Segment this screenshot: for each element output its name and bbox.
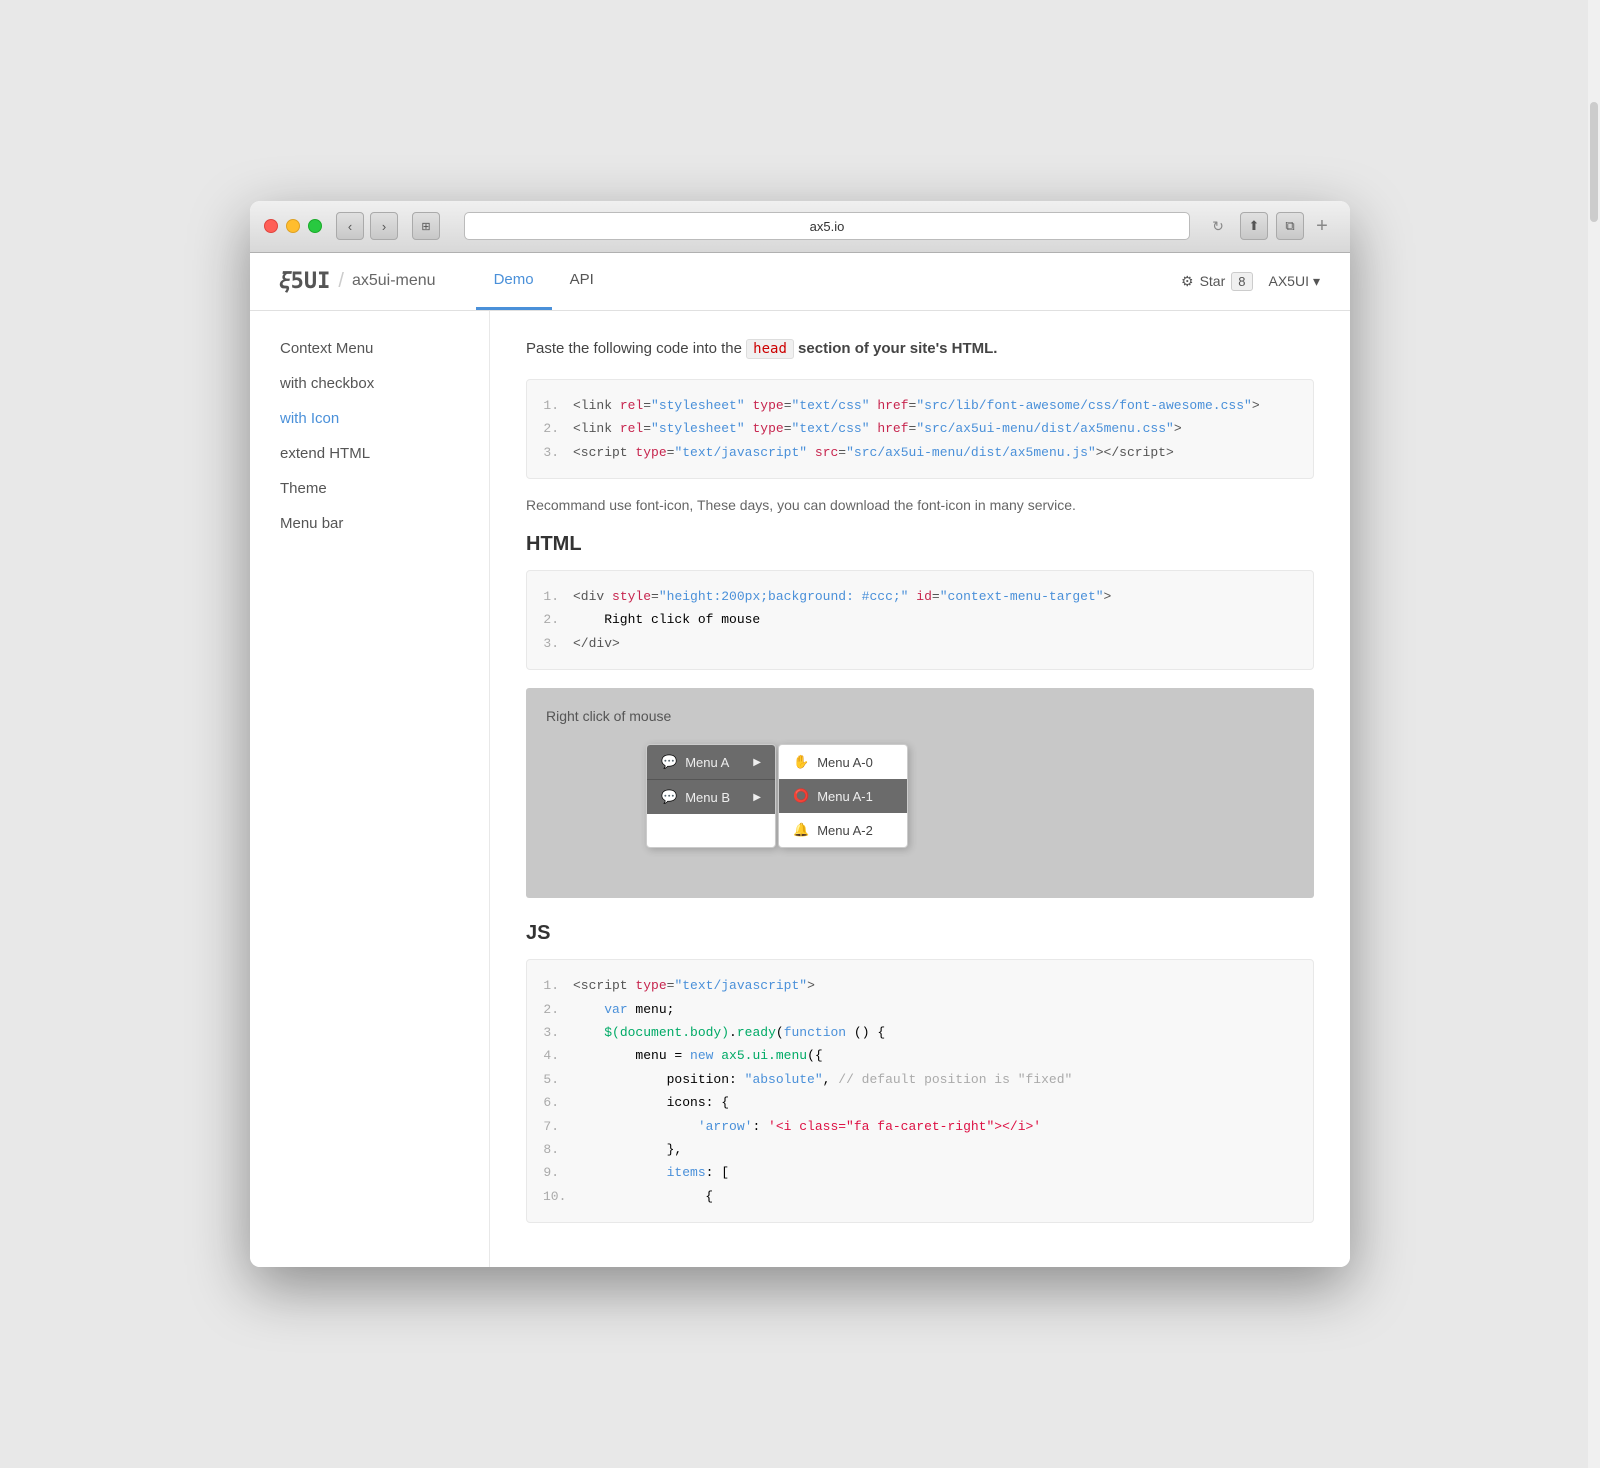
js-line-2: 2. var menu; [543, 998, 1297, 1021]
tab-demo[interactable]: Demo [476, 252, 552, 310]
sub-a0-label: Menu A-0 [817, 755, 873, 770]
ax5ui-label: AX5UI [1269, 273, 1309, 289]
html-section-title: HTML [526, 533, 1314, 556]
nav-buttons: ‹ › [336, 212, 398, 240]
sidebar: Context Menu with checkbox with Icon ext… [250, 311, 490, 1267]
js-line-1: 1. <script type="text/javascript"> [543, 974, 1297, 997]
menu-item-a[interactable]: 💬 Menu A ▶ [647, 745, 775, 780]
back-button[interactable]: ‹ [336, 212, 364, 240]
sub-a0-icon: ✋ [793, 754, 809, 770]
sub-menu-item-a1[interactable]: ⭕ Menu A-1 [779, 779, 907, 813]
sidebar-item-extend-html[interactable]: extend HTML [250, 436, 489, 471]
sidebar-item-context-menu[interactable]: Context Menu [250, 331, 489, 366]
js-line-4: 4. menu = new ax5.ui.menu({ [543, 1044, 1297, 1067]
sub-menu-item-a0[interactable]: ✋ Menu A-0 [779, 745, 907, 779]
nav-right: ⚙ Star 8 AX5UI ▾ [1181, 272, 1320, 291]
menu-a-icon: 💬 [661, 754, 677, 770]
address-bar[interactable]: ax5.io [464, 212, 1190, 240]
logo-area: 𝜉5UI / ax5ui-menu [280, 269, 436, 294]
tab-api[interactable]: API [552, 252, 612, 310]
menu-a-label: Menu A [685, 755, 729, 770]
forward-button[interactable]: › [370, 212, 398, 240]
sidebar-item-theme[interactable]: Theme [250, 471, 489, 506]
js-line-7: 7. 'arrow': '<i class="fa fa-caret-right… [543, 1115, 1297, 1138]
sub-a2-label: Menu A-2 [817, 823, 873, 838]
code-content-3: <script type="text/javascript" src="src/… [573, 441, 1297, 464]
sub-a1-label: Menu A-1 [817, 789, 873, 804]
refresh-button[interactable]: ↻ [1206, 214, 1230, 238]
js-line-3: 3. $(document.body).ready(function () { [543, 1021, 1297, 1044]
logo-x5: 𝜉5UI [280, 269, 330, 294]
js-line-8: 8. }, [543, 1138, 1297, 1161]
js-line-9: 9. items: [ [543, 1161, 1297, 1184]
main-context-menu: 💬 Menu A ▶ 💬 Menu B ▶ [646, 744, 776, 848]
code-content-1: <link rel="stylesheet" type="text/css" h… [573, 394, 1297, 417]
js-line-5: 5. position: "absolute", // default posi… [543, 1068, 1297, 1091]
minimize-button[interactable] [286, 219, 300, 233]
js-section-title: JS [526, 922, 1314, 945]
menu-b-arrow: ▶ [753, 792, 761, 803]
nav-tabs: Demo API [476, 252, 612, 310]
head-code-block: 1. <link rel="stylesheet" type="text/css… [526, 379, 1314, 479]
sub-a1-icon: ⭕ [793, 788, 809, 804]
js-line-10: 10. { [543, 1185, 1297, 1208]
top-nav: 𝜉5UI / ax5ui-menu Demo API ⚙ Star 8 AX5U… [250, 253, 1350, 311]
menu-a-arrow: ▶ [753, 757, 761, 768]
project-name: ax5ui-menu [352, 272, 436, 290]
html-code-line-2: 2. Right click of mouse [543, 608, 1297, 631]
star-count: 8 [1231, 272, 1252, 291]
sub-context-menu: ✋ Menu A-0 ⭕ Menu A-1 🔔 Menu A-2 [778, 744, 908, 848]
reader-button[interactable]: ⊞ [412, 212, 440, 240]
browser-window: ‹ › ⊞ ax5.io ↻ ⬆ ⧉ + 𝜉5UI / ax5ui-menu D… [250, 201, 1350, 1267]
code-line-1: 1. <link rel="stylesheet" type="text/css… [543, 394, 1297, 417]
logo-separator: / [338, 270, 344, 293]
sidebar-item-checkbox[interactable]: with checkbox [250, 366, 489, 401]
toolbar-right: ⬆ ⧉ [1240, 212, 1304, 240]
intro-text-end: section of your site's HTML. [798, 340, 997, 357]
title-bar: ‹ › ⊞ ax5.io ↻ ⬆ ⧉ + [250, 201, 1350, 253]
intro-text-start: Paste the following code into the [526, 340, 742, 357]
star-label: Star [1200, 273, 1226, 289]
new-window-button[interactable]: ⧉ [1276, 212, 1304, 240]
chevron-down-icon: ▾ [1313, 273, 1320, 290]
html-code-block: 1. <div style="height:200px;background: … [526, 570, 1314, 670]
demo-area[interactable]: Right click of mouse 💬 Menu A ▶ 💬 Menu B [526, 688, 1314, 898]
content-area: Context Menu with checkbox with Icon ext… [250, 311, 1350, 1267]
menu-item-b[interactable]: 💬 Menu B ▶ [647, 780, 775, 814]
line-num-1: 1. [543, 394, 559, 417]
js-line-6: 6. icons: { [543, 1091, 1297, 1114]
recommend-text: Recommand use font-icon, These days, you… [526, 497, 1314, 513]
maximize-button[interactable] [308, 219, 322, 233]
main-content: Paste the following code into the head s… [490, 311, 1350, 1267]
ax5ui-dropdown[interactable]: AX5UI ▾ [1269, 273, 1321, 290]
intro-paragraph: Paste the following code into the head s… [526, 337, 1314, 361]
close-button[interactable] [264, 219, 278, 233]
new-tab-button[interactable]: + [1308, 212, 1336, 240]
demo-label: Right click of mouse [546, 708, 1294, 724]
share-button[interactable]: ⬆ [1240, 212, 1268, 240]
url-text: ax5.io [810, 219, 845, 234]
code-line-2: 2. <link rel="stylesheet" type="text/css… [543, 417, 1297, 440]
sub-menu-item-a2[interactable]: 🔔 Menu A-2 [779, 813, 907, 847]
html-code-line-3: 3. </div> [543, 632, 1297, 655]
github-star[interactable]: ⚙ Star 8 [1181, 272, 1252, 291]
html-code-line-1: 1. <div style="height:200px;background: … [543, 585, 1297, 608]
github-icon: ⚙ [1181, 273, 1194, 290]
js-code-block: 1. <script type="text/javascript"> 2. va… [526, 959, 1314, 1223]
sidebar-item-with-icon[interactable]: with Icon [250, 401, 489, 436]
line-num-3: 3. [543, 441, 559, 464]
menu-demo: 💬 Menu A ▶ 💬 Menu B ▶ [646, 744, 1294, 848]
code-content-2: <link rel="stylesheet" type="text/css" h… [573, 417, 1297, 440]
sidebar-item-menu-bar[interactable]: Menu bar [250, 506, 489, 541]
menu-b-label: Menu B [685, 790, 730, 805]
sub-a2-icon: 🔔 [793, 822, 809, 838]
line-num-2: 2. [543, 417, 559, 440]
traffic-lights [264, 219, 322, 233]
code-line-3: 3. <script type="text/javascript" src="s… [543, 441, 1297, 464]
page-layout: 𝜉5UI / ax5ui-menu Demo API ⚙ Star 8 AX5U… [250, 253, 1350, 1267]
menu-b-icon: 💬 [661, 789, 677, 805]
head-highlight: head [746, 339, 794, 359]
